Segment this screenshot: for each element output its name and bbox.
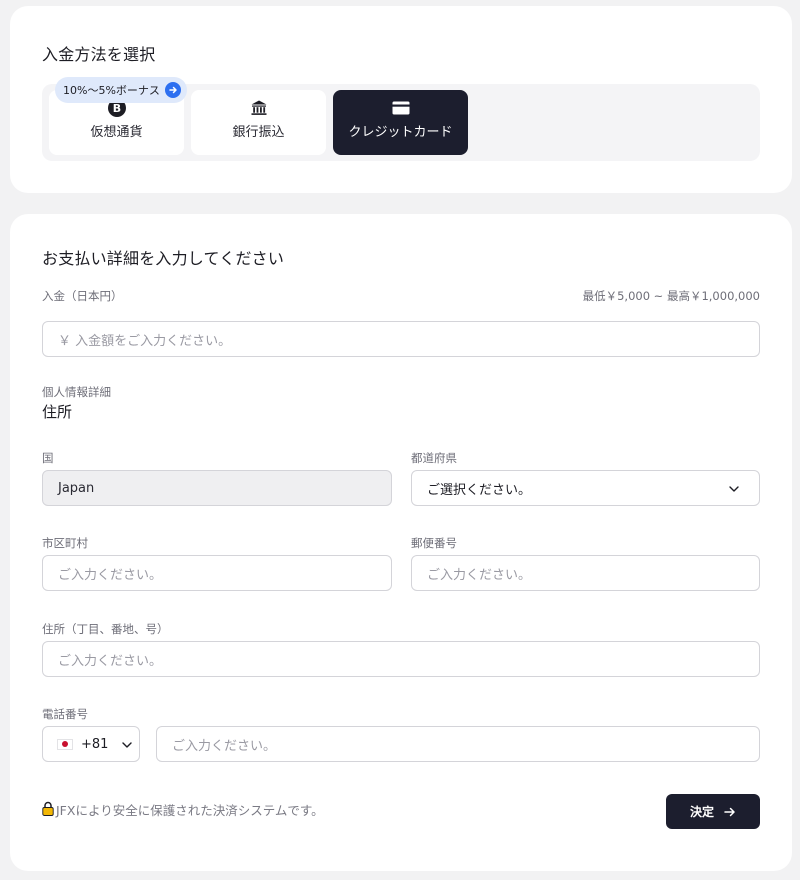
chevron-down-icon (729, 481, 739, 496)
svg-text:B: B (112, 102, 120, 115)
amount-limits: 最低￥5,000 ~ 最高￥1,000,000 (582, 289, 760, 303)
security-note-text: JFXにより安全に保護された決済システムです。 (56, 803, 324, 818)
country-field[interactable]: Japan (42, 470, 392, 506)
arrow-right-icon (164, 82, 181, 98)
prefecture-label: 都道府県 (411, 451, 457, 465)
bonus-badge[interactable]: 10%〜5%ボーナス (55, 77, 187, 103)
prefecture-value: ご選択ください。 (427, 482, 532, 498)
city-input[interactable]: ご入力ください。 (42, 555, 392, 591)
arrow-right-icon (724, 807, 736, 817)
phone-number-input[interactable]: ご入力ください。 (156, 726, 760, 762)
postal-code-placeholder: ご入力ください。 (427, 567, 532, 583)
amount-input[interactable]: ￥ 入金額をご入力ください。 (42, 321, 760, 357)
payment-method-title: 入金方法を選択 (42, 45, 156, 64)
method-option-credit-card[interactable]: クレジットカード (333, 90, 468, 155)
postal-code-input[interactable]: ご入力ください。 (411, 555, 760, 591)
phone-country-code: +81 (81, 736, 109, 752)
method-option-bank-transfer[interactable]: 銀行振込 (191, 90, 326, 155)
amount-label: 入金（日本円） (42, 289, 123, 303)
street-label: 住所（丁目、番地、号） (42, 622, 169, 636)
amount-input-placeholder: ￥ 入金額をご入力ください。 (58, 333, 232, 349)
bank-icon (250, 99, 268, 117)
submit-button-label: 決定 (689, 805, 714, 819)
country-value: Japan (58, 480, 95, 496)
method-option-label: 仮想通貨 (90, 125, 143, 140)
phone-label: 電話番号 (42, 707, 88, 721)
payment-method-card: 入金方法を選択 10%〜5%ボーナス B 仮想通貨 銀行振込 クレジットカード (10, 6, 792, 193)
address-heading: 住所 (42, 403, 73, 421)
payment-details-title: お支払い詳細を入力してください (42, 249, 285, 268)
street-input[interactable]: ご入力ください。 (42, 641, 760, 677)
security-note: JFXにより安全に保護された決済システムです。 (42, 800, 324, 819)
method-option-label: クレジットカード (348, 125, 453, 140)
payment-details-card: お支払い詳細を入力してください 入金（日本円） 最低￥5,000 ~ 最高￥1,… (10, 214, 792, 871)
lock-icon (42, 801, 54, 819)
chevron-down-icon (122, 737, 133, 752)
postal-code-label: 郵便番号 (411, 536, 457, 550)
submit-button[interactable]: 決定 (666, 794, 760, 829)
country-label: 国 (42, 451, 54, 465)
personal-info-label: 個人情報詳細 (42, 385, 111, 399)
japan-flag-icon (57, 738, 73, 750)
method-option-label: 銀行振込 (232, 125, 285, 140)
city-label: 市区町村 (42, 536, 88, 550)
phone-country-code-select[interactable]: +81 (42, 726, 140, 762)
phone-placeholder: ご入力ください。 (172, 738, 277, 754)
bonus-badge-text: 10%〜5%ボーナス (63, 84, 160, 97)
credit-card-icon (392, 99, 410, 117)
prefecture-select[interactable]: ご選択ください。 (411, 470, 760, 506)
street-placeholder: ご入力ください。 (58, 653, 163, 669)
city-placeholder: ご入力ください。 (58, 567, 163, 583)
